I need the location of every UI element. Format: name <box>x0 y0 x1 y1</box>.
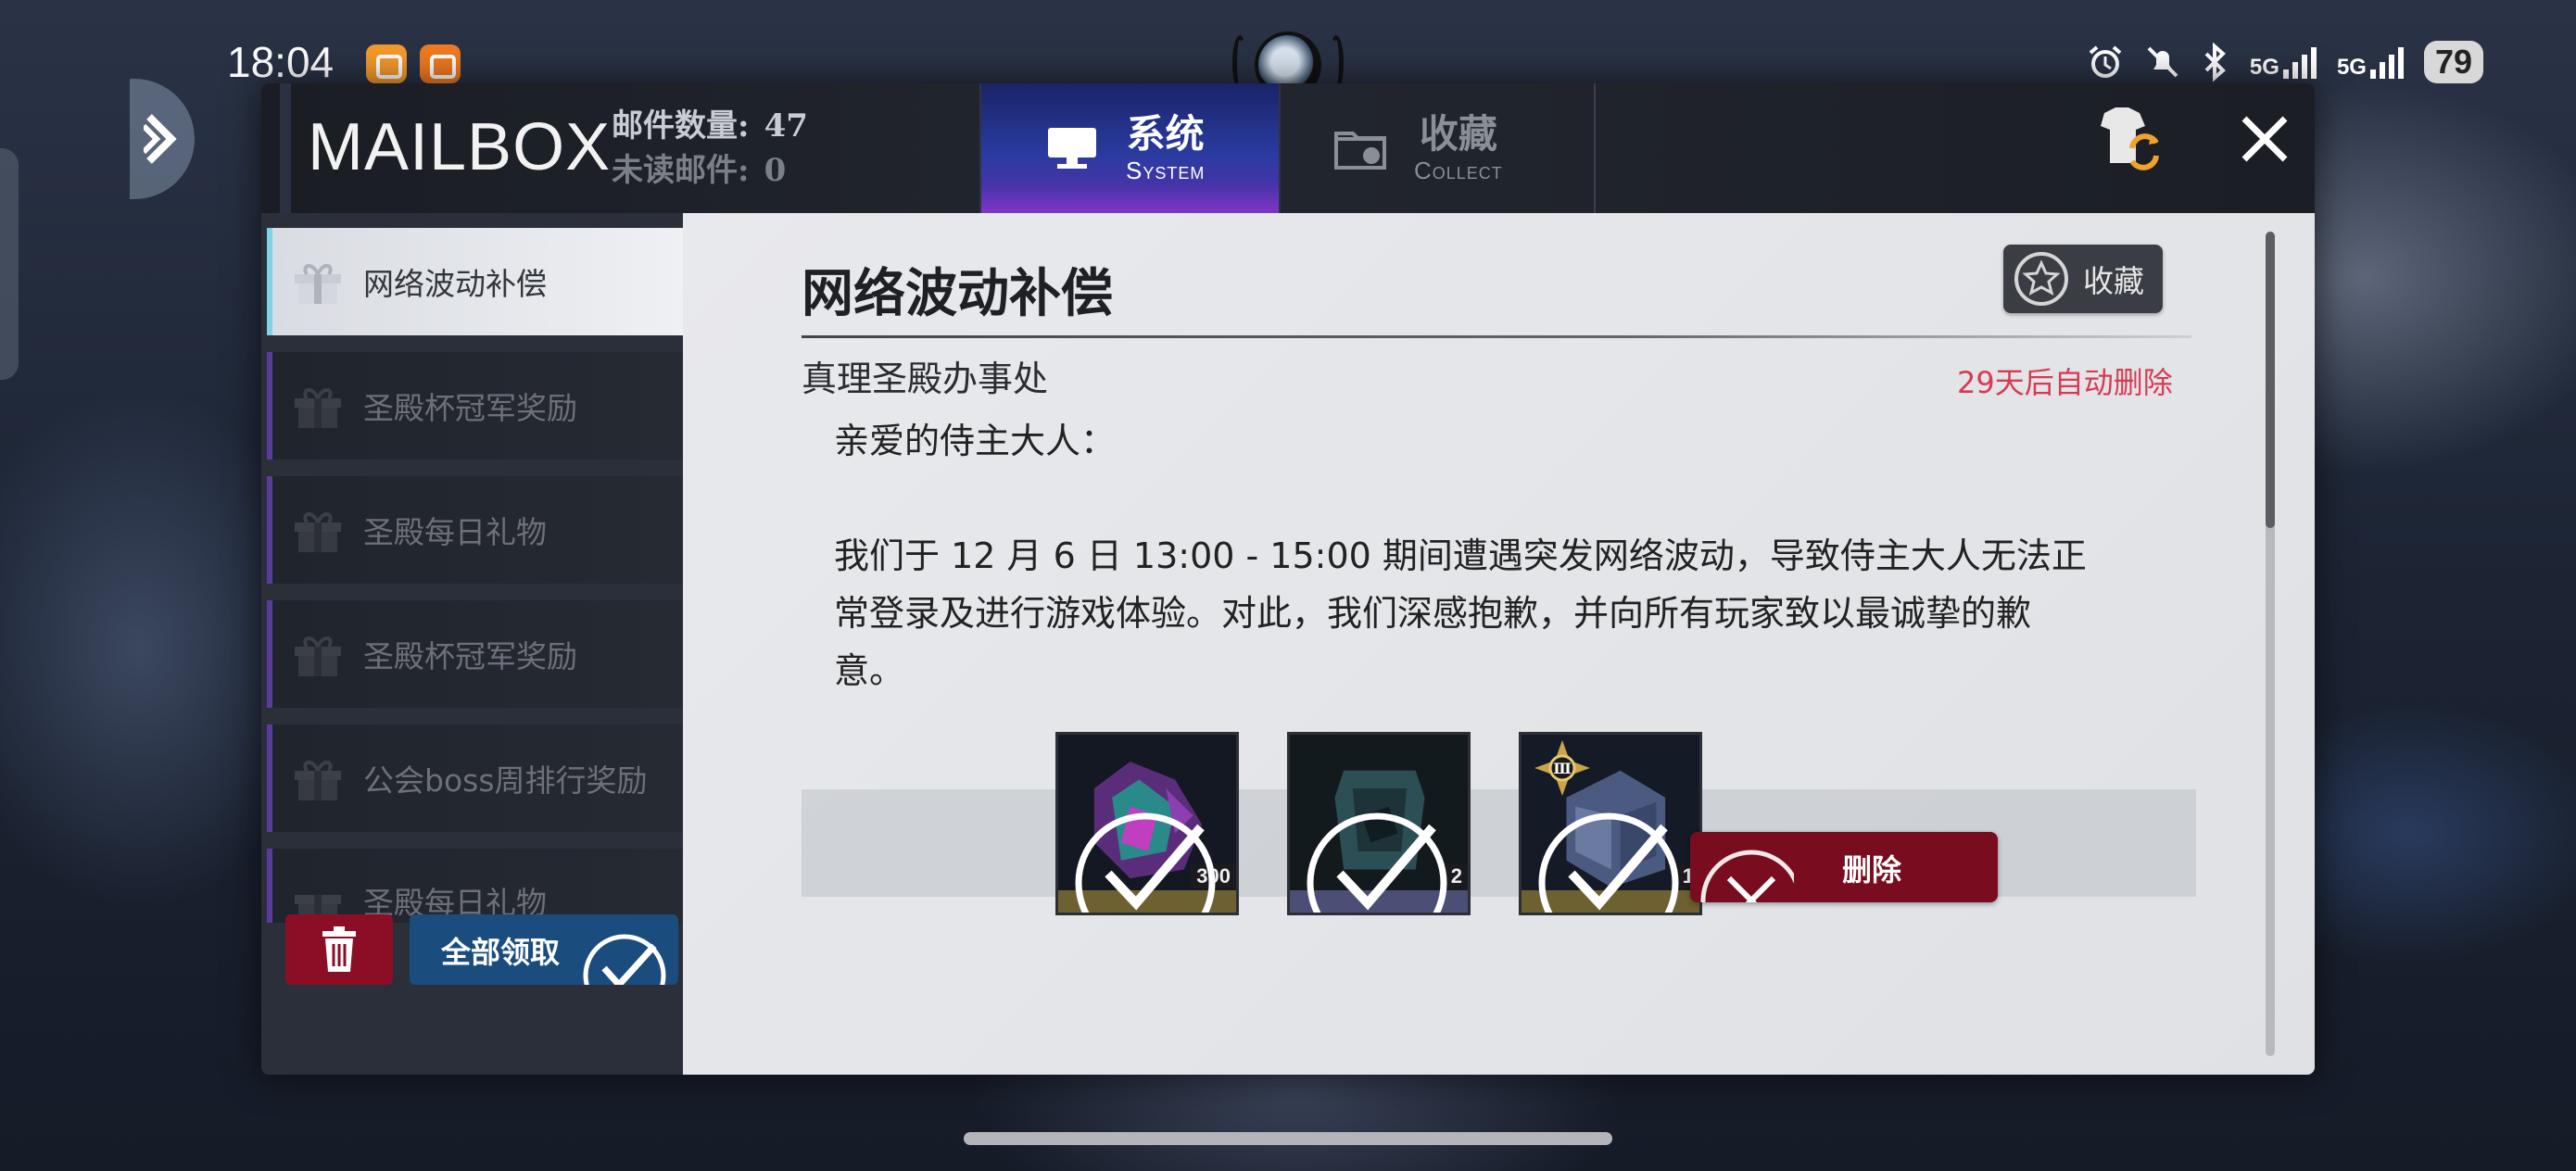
mail-greeting: 亲爱的侍主大人： <box>834 421 1117 461</box>
mail-count-value: 47 <box>764 107 808 145</box>
signal-1: 5G <box>2250 45 2317 79</box>
claimed-check-icon <box>1538 812 1679 913</box>
bluetooth-icon <box>2204 43 2226 82</box>
mail-list-item[interactable]: 圣殿杯冠军奖励 <box>267 600 683 708</box>
unread-value: 0 <box>764 152 787 189</box>
gift-icon <box>295 761 341 800</box>
gift-icon <box>295 512 341 552</box>
app-notification-icon-2 <box>420 44 461 83</box>
detail-scrollbar[interactable] <box>2266 232 2275 1056</box>
delete-all-button[interactable] <box>285 914 393 985</box>
claimed-check-icon <box>1075 812 1216 913</box>
battery-indicator: 79 <box>2423 41 2483 83</box>
mail-sender: 真理圣殿办事处 <box>802 359 1049 399</box>
mail-body-line: 常登录及进行游戏体验。对此，我们深感抱歉，并向所有玩家致以最诚挚的歉 <box>834 593 2032 634</box>
mail-body-line: 我们于 12 月 6 日 13:00 - 15:00 期间遭遇突发网络波动，导致… <box>834 535 2087 576</box>
mail-counts: 邮件数量: 47 未读邮件: 0 <box>612 104 808 193</box>
mail-list-item-title: 圣殿每日礼物 <box>363 514 547 550</box>
mailbox-header: MAILBOX 邮件数量: 47 未读邮件: 0 系统 System 收藏 Coll… <box>261 83 2315 213</box>
mute-bell-icon <box>2147 46 2178 78</box>
close-icon[interactable] <box>2235 109 2294 169</box>
signal-bars-icon <box>2282 45 2317 79</box>
tab-collect[interactable]: 收藏 Collect <box>1281 83 1596 213</box>
mail-count-label: 邮件数量: <box>612 107 750 145</box>
unread-label: 未读邮件: <box>612 152 750 189</box>
mail-list-item[interactable]: 圣殿每日礼物 <box>267 476 683 584</box>
gift-icon <box>295 388 341 428</box>
tab-system-label: 系统 <box>1126 111 1205 157</box>
gift-icon <box>295 636 341 676</box>
mail-list-item-title: 圣殿杯冠军奖励 <box>363 638 577 674</box>
shirt-swap-icon[interactable] <box>2091 104 2166 178</box>
mail-list-item[interactable]: 圣殿杯冠军奖励 <box>267 352 683 460</box>
reward-item[interactable]: 2 <box>1287 732 1471 915</box>
favorite-label: 收藏 <box>2083 263 2144 299</box>
tab-collect-sublabel: Collect <box>1414 157 1503 184</box>
tab-system-sublabel: System <box>1126 157 1206 184</box>
reward-item[interactable]: Ⅲ 1 <box>1519 732 1702 915</box>
tab-system[interactable]: 系统 System <box>979 83 1281 213</box>
signal-2-label: 5G <box>2336 55 2367 80</box>
check-circle-icon <box>583 934 666 985</box>
gift-icon <box>295 264 341 304</box>
mail-title: 网络波动补偿 <box>802 263 1113 324</box>
delete-x-icon <box>1700 850 1794 902</box>
claim-all-button[interactable]: 全部领取 <box>410 914 678 985</box>
mail-body: 亲爱的侍主大人： 我们于 12 月 6 日 13:00 - 15:00 期间遭遇… <box>834 412 2168 690</box>
mailbox-window: MAILBOX 邮件数量: 47 未读邮件: 0 系统 System 收藏 Coll… <box>261 83 2315 1075</box>
folder-star-icon <box>1334 132 1386 170</box>
delete-label: 删除 <box>1842 852 1902 888</box>
mail-detail: 网络波动补偿 收藏 真理圣殿办事处 29天后自动删除 亲爱的侍主大人： 我们于 … <box>683 213 2315 1075</box>
star-icon <box>2014 252 2068 306</box>
claim-all-label: 全部领取 <box>441 935 561 970</box>
rank-badge-label: Ⅲ <box>1553 760 1571 777</box>
favorite-button[interactable]: 收藏 <box>2003 245 2163 313</box>
reward-item[interactable]: 300 <box>1055 732 1239 915</box>
signal-2: 5G <box>2337 45 2404 79</box>
claimed-check-icon <box>1307 812 1447 913</box>
mail-list-item-title: 圣殿杯冠军奖励 <box>363 390 577 426</box>
home-indicator[interactable] <box>964 1132 1612 1145</box>
tab-collect-label: 收藏 <box>1419 111 1497 157</box>
header-accent <box>280 83 291 213</box>
island-bracket-right <box>1329 35 1344 91</box>
mail-list-item[interactable]: 圣殿每日礼物 <box>267 849 683 925</box>
trash-icon <box>322 926 356 972</box>
edge-panel-handle[interactable] <box>0 148 19 380</box>
scrollbar-thumb[interactable] <box>2266 232 2275 528</box>
mail-list-item[interactable]: 网络波动补偿 <box>267 228 683 335</box>
alarm-icon <box>2089 45 2122 78</box>
status-time: 18:04 <box>227 38 335 86</box>
mail-list-item-title: 网络波动补偿 <box>363 266 547 302</box>
island-bracket-left <box>1232 35 1247 91</box>
mailbox-title: MAILBOX <box>308 110 612 184</box>
mail-list-item-title: 公会boss周排行奖励 <box>363 762 648 799</box>
mail-list-item[interactable]: 公会boss周排行奖励 <box>267 724 683 832</box>
delete-button[interactable]: 删除 <box>1690 832 1998 902</box>
mail-body-line: 意。 <box>834 650 905 690</box>
chevron-right-icon <box>144 114 177 164</box>
signal-1-label: 5G <box>2249 55 2279 80</box>
signal-bars-icon-2 <box>2369 45 2404 79</box>
monitor-icon <box>1048 128 1096 169</box>
title-divider <box>802 335 2191 338</box>
system-icons: 5G 5G 79 <box>2087 39 2483 85</box>
app-notification-icon <box>366 44 407 83</box>
expire-notice: 29天后自动删除 <box>1957 365 2173 400</box>
